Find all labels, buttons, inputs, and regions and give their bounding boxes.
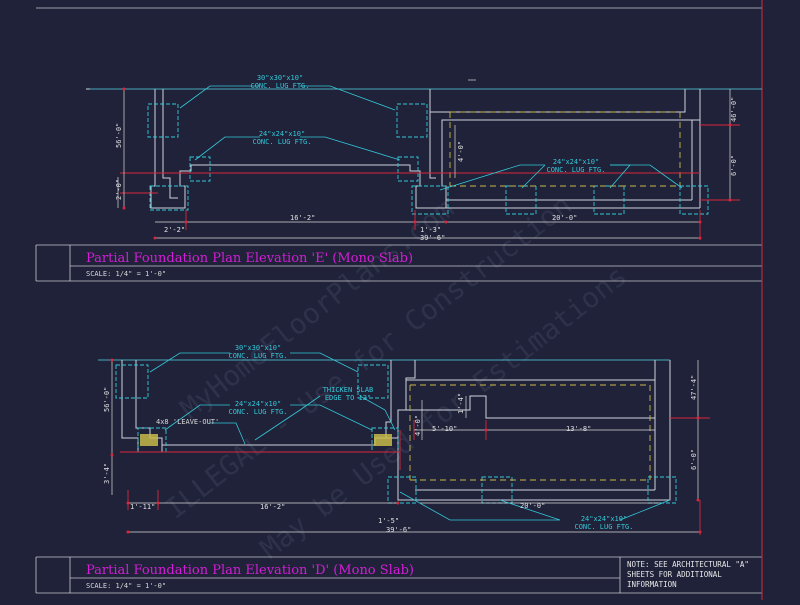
d-dim-bottom-1-11: 1'-11" bbox=[130, 503, 155, 511]
d-dim-inner-5-10: 5'-10" bbox=[432, 425, 457, 433]
plan-elevation-e: 30"x30"x10" CONC. LUG FTG. 24"x24"x10" C… bbox=[86, 74, 762, 278]
d-dim-bottom-39-6: 39'-6" bbox=[386, 526, 411, 534]
note-line-3: INFORMATION bbox=[627, 580, 677, 589]
d-callout-24-left-line1: 24"x24"x10" bbox=[235, 400, 281, 408]
e-dim-bottom-1-3: 1'-3" bbox=[420, 226, 441, 234]
e-callout-30-line2: CONC. LUG FTG. bbox=[250, 82, 309, 90]
e-callout-24-left-line1: 24"x24"x10" bbox=[259, 130, 305, 138]
e-title: Partial Foundation Plan Elevation 'E' (M… bbox=[86, 251, 413, 266]
e-dim-left-2: 2'-0" bbox=[115, 179, 123, 200]
e-callout-24-left-line2: CONC. LUG FTG. bbox=[252, 138, 311, 146]
e-dim-bottom-16-2: 16'-2" bbox=[290, 214, 315, 222]
d-callout-thicken-line2: EDGE TO 12" bbox=[325, 394, 371, 402]
e-dim-bottom-20: 20'-0" bbox=[552, 214, 577, 222]
e-callout-30-line1: 30"x30"x10" bbox=[257, 74, 303, 82]
d-dim-inner-4: 4'-0" bbox=[414, 415, 422, 436]
e-dim-right-46: 46'-0" bbox=[730, 97, 738, 122]
e-dim-bottom-39-6: 39'-6" bbox=[420, 234, 445, 242]
note-line-2: SHEETS FOR ADDITIONAL bbox=[627, 570, 722, 579]
d-callout-24-bottom-line2: CONC. LUG FTG. bbox=[574, 523, 633, 531]
e-dim-bottom-2-2: 2'-2" bbox=[164, 226, 185, 234]
e-dim-left-56: 56'-0" bbox=[115, 123, 123, 148]
plan-elevation-d: 30"x30"x10" CONC. LUG FTG. 24"x24"x10" C… bbox=[86, 344, 749, 590]
d-dim-left-56: 56'-0" bbox=[103, 387, 111, 412]
d-callout-24-bottom-line1: 24"x24"x10" bbox=[581, 515, 627, 523]
d-dim-right-47-4: 47'-4" bbox=[690, 375, 698, 400]
d-dim-inner-13-8: 13'-8" bbox=[566, 425, 591, 433]
cad-drawing-sheet: MyHomeFloorPlans.com ILLEGAL - Use for C… bbox=[0, 0, 800, 600]
note-line-1: NOTE: SEE ARCHITECTURAL "A" bbox=[627, 560, 749, 569]
d-dim-bottom-1-5: 1'-5" bbox=[378, 517, 399, 525]
d-callout-leaveout: 4x8 'LEAVE-OUT' bbox=[156, 418, 219, 426]
d-callout-24-left-line2: CONC. LUG FTG. bbox=[228, 408, 287, 416]
e-callout-24-right-line1: 24"x24"x10" bbox=[553, 158, 599, 166]
d-dim-inner-1-4: 1'-4" bbox=[457, 393, 465, 414]
d-callout-thicken-line1: THICKEN SLAB bbox=[323, 386, 374, 394]
d-callout-30-line1: 30"x30"x10" bbox=[235, 344, 281, 352]
d-dim-left-3-4: 3'-4" bbox=[103, 463, 111, 484]
d-callout-30-line2: CONC. LUG FTG. bbox=[228, 352, 287, 360]
e-dim-right-6: 6'-0" bbox=[730, 155, 738, 176]
e-scale: SCALE: 1/4" = 1'-0" bbox=[86, 270, 166, 278]
d-title: Partial Foundation Plan Elevation 'D' (M… bbox=[86, 563, 414, 578]
foundation-plan-svg: MyHomeFloorPlans.com ILLEGAL - Use for C… bbox=[35, 0, 763, 600]
d-dim-right-6: 6'-0" bbox=[690, 449, 698, 470]
d-dim-bottom-16-2: 16'-2" bbox=[260, 503, 285, 511]
e-callout-24-right-line2: CONC. LUG FTG. bbox=[546, 166, 605, 174]
d-dim-bottom-20: 20'-0" bbox=[520, 502, 545, 510]
e-dim-inner-4: 4'-0" bbox=[457, 141, 465, 162]
d-scale: SCALE: 1/4" = 1'-0" bbox=[86, 582, 166, 590]
